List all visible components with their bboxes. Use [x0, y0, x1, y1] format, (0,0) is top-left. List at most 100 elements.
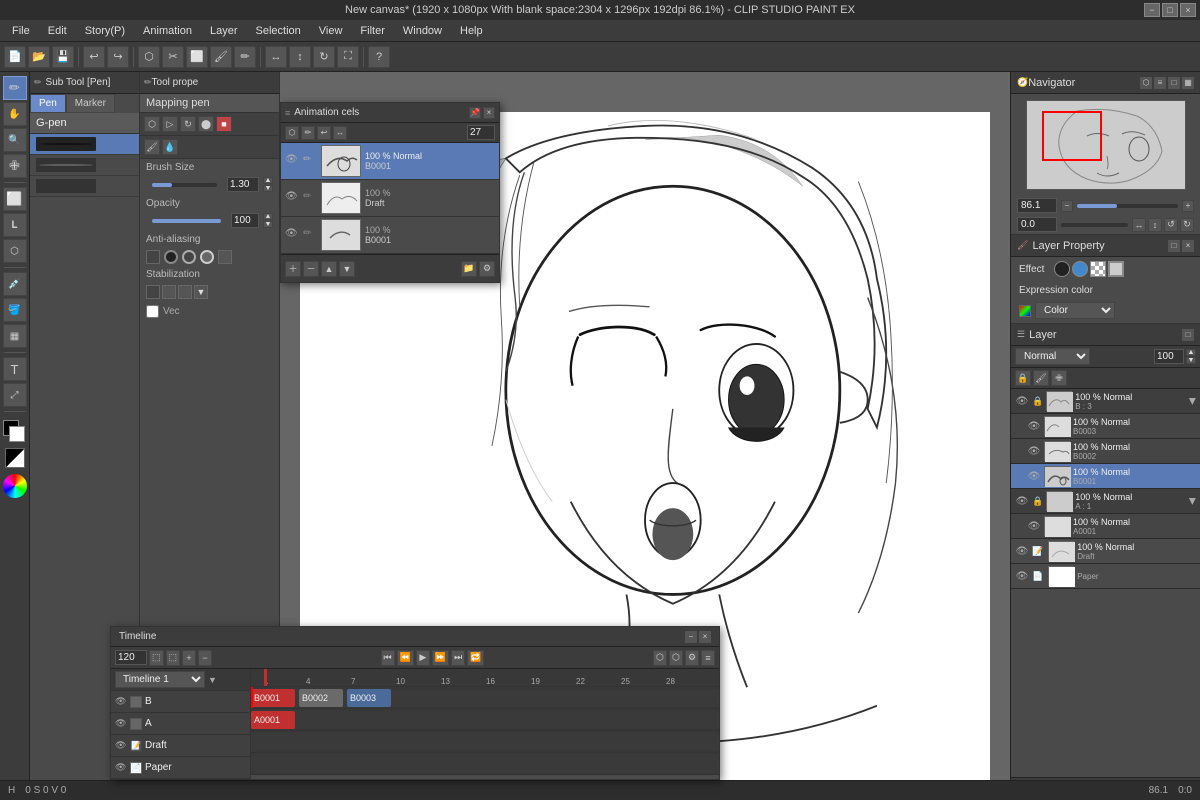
nav-viewport-box[interactable] [1042, 111, 1102, 161]
tl-prev-frame-btn[interactable]: ⏪ [397, 650, 414, 666]
animcels-close-btn[interactable]: × [483, 107, 495, 119]
tl-set-out-btn[interactable]: ⬚ [166, 650, 181, 666]
menu-story[interactable]: Story(P) [77, 23, 133, 39]
timeline-frames-area[interactable]: 1 4 7 10 13 16 19 22 25 28 [251, 669, 719, 779]
brush-size-up[interactable]: ▲ [263, 177, 273, 184]
open-btn[interactable]: 📂 [28, 46, 50, 68]
ac-tool-4[interactable]: ↔ [333, 126, 347, 140]
ac-frame-input[interactable] [467, 125, 495, 140]
cel-edit-1[interactable]: ✏ [303, 154, 317, 168]
fill-btn[interactable]: 🖌 [210, 46, 232, 68]
tl-cell-b0001[interactable]: B0001 [251, 689, 295, 707]
brush-size-slider[interactable] [152, 183, 217, 187]
nav-btn-4[interactable]: ▦ [1182, 77, 1194, 89]
layer-item-a0001[interactable]: 👁 100 % Normal A0001 [1011, 514, 1200, 539]
menu-edit[interactable]: Edit [40, 23, 75, 39]
tl-frames-a[interactable]: A0001 [251, 709, 719, 731]
tl-insert-btn[interactable]: + [182, 650, 196, 666]
tl-loop-btn[interactable]: 🔁 [467, 650, 484, 666]
nav-zoom-out[interactable]: − [1061, 200, 1073, 212]
stab-1[interactable] [162, 285, 176, 299]
layer-item-b0001[interactable]: 👁 100 % Normal B0001 [1011, 464, 1200, 489]
ac-up-btn[interactable]: ▲ [321, 261, 337, 277]
select-btn[interactable]: ⬜ [186, 46, 208, 68]
animcels-pin-btn[interactable]: 📌 [469, 107, 481, 119]
minimize-button[interactable]: − [1144, 3, 1160, 17]
stab-0[interactable] [146, 285, 160, 299]
aa-medium[interactable] [182, 250, 196, 264]
tool-pen[interactable]: ✏ [3, 76, 27, 100]
help-btn[interactable]: ? [368, 46, 390, 68]
tl-onion-prev-btn[interactable]: ⬡ [653, 650, 667, 666]
layer-paper-vis[interactable]: 👁 [1015, 569, 1029, 583]
timeline-close-btn[interactable]: × [699, 631, 711, 643]
cel-vis-3[interactable]: 👁 [285, 228, 299, 242]
ac-del-btn[interactable]: － [303, 261, 319, 277]
tl-play-btn[interactable]: ▶ [416, 650, 430, 666]
ac-folder-btn[interactable]: 📁 [461, 261, 477, 277]
layerprop-btn-1[interactable]: □ [1168, 240, 1180, 252]
tab-pen[interactable]: Pen [30, 94, 66, 113]
nav-zoom-input[interactable] [1017, 198, 1057, 213]
ac-down-btn[interactable]: ▼ [339, 261, 355, 277]
nav-rotate-right[interactable]: ↻ [1180, 218, 1194, 232]
layer-b0001-vis[interactable]: 👁 [1027, 469, 1041, 483]
tl-settings-btn[interactable]: ≡ [701, 650, 715, 666]
tl-go-start-btn[interactable]: ⏮ [381, 650, 395, 666]
tl-delete-btn[interactable]: − [198, 650, 212, 666]
brush-size-input[interactable] [227, 177, 259, 192]
aa-none[interactable] [146, 250, 160, 264]
nav-rotation-input[interactable] [1017, 217, 1057, 232]
nav-zoom-slider[interactable] [1077, 204, 1178, 208]
menu-file[interactable]: File [4, 23, 38, 39]
tl-vis-a[interactable]: 👁 [115, 718, 127, 730]
stab-3[interactable]: ▼ [194, 285, 208, 299]
tl-cell-b0002[interactable]: B0002 [299, 689, 343, 707]
menu-help[interactable]: Help [452, 23, 491, 39]
layer-lock-paint-btn[interactable]: 🖌 [1033, 370, 1049, 386]
swap-colors-btn[interactable] [5, 448, 25, 468]
layer-item-b0002[interactable]: 👁 100 % Normal B0002 [1011, 439, 1200, 464]
layer-b0003-vis[interactable]: 👁 [1027, 419, 1041, 433]
subtool-icon-2[interactable]: ▷ [162, 116, 178, 132]
flip-v-btn[interactable]: ↕ [289, 46, 311, 68]
nav-zoom-in[interactable]: + [1182, 200, 1194, 212]
tl-cell-a0001[interactable]: A0001 [251, 711, 295, 729]
fullscreen-btn[interactable]: ⛶ [337, 46, 359, 68]
layerprop-btn-2[interactable]: × [1182, 240, 1194, 252]
menu-selection[interactable]: Selection [248, 23, 309, 39]
cel-vis-2[interactable]: 👁 [285, 191, 299, 205]
layer-group-a-vis[interactable]: 👁 [1015, 494, 1029, 508]
ac-tool-3[interactable]: ↩ [317, 126, 331, 140]
vector-checkbox[interactable] [146, 305, 159, 318]
transform-btn[interactable]: ⬡ [138, 46, 160, 68]
aa-extra[interactable] [218, 250, 232, 264]
timeline-frame-input[interactable] [115, 650, 147, 665]
tl-timeline-expand[interactable]: ▼ [208, 675, 217, 685]
layer-item-draft[interactable]: 👁 📝 100 % Normal Draft [1011, 539, 1200, 564]
cel-edit-3[interactable]: ✏ [303, 228, 317, 242]
layer-lock-trans-btn[interactable]: 🔒 [1015, 370, 1031, 386]
layer-item-b0003[interactable]: 👁 100 % Normal B0003 [1011, 414, 1200, 439]
background-color[interactable] [9, 426, 25, 442]
ac-tool-2[interactable]: ✏ [301, 126, 315, 140]
ac-add-btn[interactable]: ＋ [285, 261, 301, 277]
tool-text[interactable]: T [3, 357, 27, 381]
effect-btn-blue[interactable] [1072, 261, 1088, 277]
tl-track-draft[interactable]: 👁 📝 Draft [111, 735, 250, 757]
nav-rotate-left[interactable]: ↺ [1164, 218, 1178, 232]
layer-group-b-header[interactable]: 👁 🔒 100 % Normal B : 3 ▶ [1011, 389, 1200, 414]
menu-layer[interactable]: Layer [202, 23, 246, 39]
tool-move[interactable]: ✙ [3, 154, 27, 178]
brush-item-mapping[interactable] [30, 155, 139, 176]
tool-eyedrop[interactable]: 💉 [3, 272, 27, 296]
effect-btn-black[interactable] [1054, 261, 1070, 277]
layer-draft-vis[interactable]: 👁 [1015, 544, 1029, 558]
tl-cell-b0003[interactable]: B0003 [347, 689, 391, 707]
nav-flip-h[interactable]: ↔ [1132, 218, 1146, 232]
close-button[interactable]: × [1180, 3, 1196, 17]
tl-next-frame-btn[interactable]: ⏩ [432, 650, 449, 666]
layer-group-a-header[interactable]: 👁 🔒 100 % Normal A : 1 ▶ [1011, 489, 1200, 514]
effect-btn-color[interactable] [1108, 261, 1124, 277]
layer-b0002-vis[interactable]: 👁 [1027, 444, 1041, 458]
